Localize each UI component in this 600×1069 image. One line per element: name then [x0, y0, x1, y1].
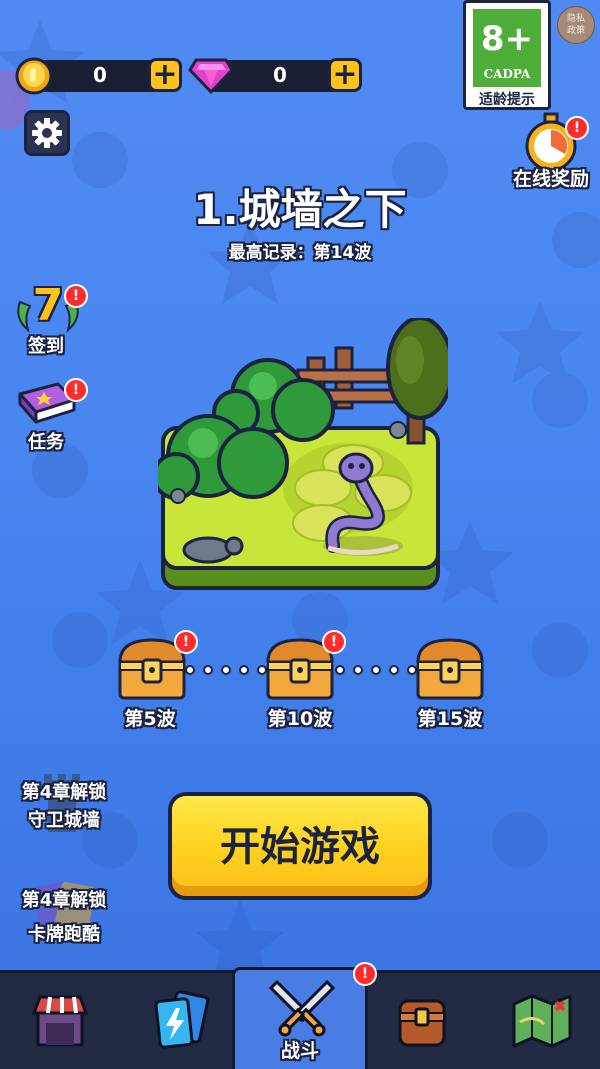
online-reward-button[interactable]: ! 在线奖励 — [505, 112, 597, 192]
map-icon — [512, 994, 572, 1048]
gold-coin-icon — [15, 57, 53, 95]
privacy-policy-button[interactable]: 隐私 政策 — [557, 6, 595, 44]
age-rating-badge[interactable]: 8+ CADPA 适龄提示 — [463, 0, 551, 110]
wave-chest-1-label: 第5波 — [124, 708, 176, 730]
level-title: 1.城墙之下 — [193, 185, 407, 234]
locked-mode-card-parkour[interactable]: 第4章解锁 卡牌跑酷 — [10, 878, 118, 948]
crossed-swords-icon — [269, 979, 335, 1037]
age-rating-note: 适龄提示 — [479, 92, 535, 108]
add-coins-button[interactable]: + — [148, 58, 182, 92]
sign-in-badge: ! — [64, 284, 88, 308]
shop-stall-icon — [31, 995, 89, 1047]
tab-backpack[interactable] — [362, 973, 482, 1069]
tab-cards[interactable] — [120, 973, 240, 1069]
tab-map[interactable] — [482, 973, 600, 1069]
settings-button[interactable] — [24, 110, 70, 156]
sign-in-label: 签到 — [28, 336, 64, 357]
tab-battle[interactable]: ! 战斗 — [232, 962, 377, 1069]
tab-shop[interactable] — [0, 973, 120, 1069]
locked-mode-wall-defense[interactable]: 第4章解锁 守卫城墙 — [10, 770, 118, 840]
coin-count: 0 — [93, 63, 107, 87]
online-reward-label: 在线奖励 — [512, 168, 589, 190]
treasure-chest-icon — [416, 638, 484, 700]
tasks-badge: ! — [64, 378, 88, 402]
add-gems-button[interactable]: + — [328, 58, 362, 92]
pink-gem-icon — [188, 58, 234, 94]
online-reward-badge: ! — [565, 116, 589, 140]
privacy-line1: 隐私 — [566, 14, 585, 24]
locked-mode-2-line1: 第4章解锁 — [21, 890, 107, 911]
level-record: 最高记录：第14波 — [228, 243, 372, 263]
tasks-label: 任务 — [28, 432, 64, 453]
wave-chest-2-badge: ! — [322, 630, 346, 654]
tab-battle-label: 战斗 — [280, 1040, 319, 1062]
wave-chest-1-badge: ! — [174, 630, 198, 654]
gear-icon — [32, 118, 62, 148]
wave-chest-2-label: 第10波 — [267, 708, 333, 730]
age-rating-box: 8+ CADPA — [473, 9, 541, 87]
tasks-button[interactable]: ! 任务 — [8, 378, 88, 454]
wave-chest-3-label: 第15波 — [417, 708, 483, 730]
age-rating-value: 8+ — [480, 19, 534, 59]
gem-count: 0 — [273, 63, 287, 87]
backpack-chest-icon — [398, 999, 446, 1047]
sign-in-button[interactable]: 7 ! 签到 — [8, 280, 88, 358]
locked-mode-2-line2: 卡牌跑酷 — [28, 924, 100, 945]
privacy-line2: 政策 — [566, 26, 585, 36]
start-game-button[interactable]: 开始游戏 — [168, 792, 432, 900]
bottom-tab-bar: ! 战斗 — [0, 962, 600, 1069]
sign-in-day: 7 — [32, 280, 64, 331]
start-game-button-label: 开始游戏 — [220, 824, 380, 870]
cards-icon — [154, 990, 210, 1049]
locked-mode-1-line1: 第4章解锁 — [21, 782, 107, 803]
age-rating-org: CADPA — [483, 67, 531, 81]
level-island-illustration — [158, 318, 448, 590]
locked-mode-1-line2: 守卫城墙 — [28, 810, 100, 831]
